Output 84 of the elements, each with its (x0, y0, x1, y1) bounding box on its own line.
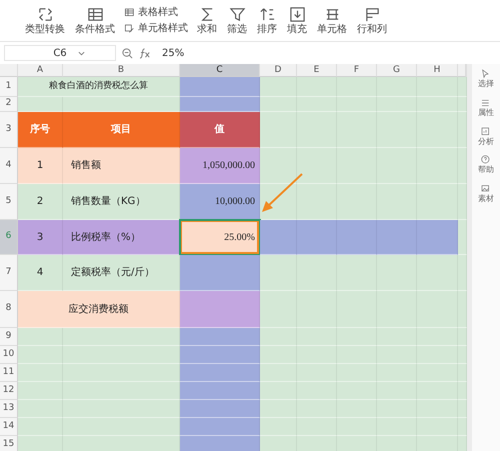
chart-box-icon (480, 126, 492, 138)
row-header[interactable]: 14 (0, 418, 18, 436)
sheet-title: 粮食白酒的消费税怎么算 (18, 77, 180, 97)
row-header[interactable]: 8 (0, 291, 18, 328)
function-icon[interactable] (139, 48, 152, 58)
table-cell (458, 418, 467, 436)
table-cell: 定额税率（元/斤） (63, 255, 180, 291)
table-cell (458, 220, 467, 255)
row-header[interactable]: 13 (0, 400, 18, 418)
formula-field[interactable]: 25% (162, 46, 184, 60)
table-cell (458, 112, 467, 148)
header-cell: 值 (180, 112, 260, 148)
table-cell (458, 291, 467, 328)
column-header[interactable]: E (297, 64, 337, 77)
column-header[interactable]: G (377, 64, 417, 77)
table-cell: 10,000.00 (180, 184, 260, 220)
side-panel-button[interactable]: 分析 (478, 126, 494, 146)
table-cell: 25.00% (180, 220, 260, 255)
table-cell (458, 364, 467, 382)
row-header[interactable]: 3 (0, 112, 18, 148)
toolbar-button[interactable]: 筛选 (224, 0, 250, 41)
column-header[interactable]: D (260, 64, 297, 77)
row-header[interactable]: 11 (0, 364, 18, 382)
row-header[interactable]: 9 (0, 328, 18, 346)
toolbar-button[interactable]: 表格样式 (122, 6, 190, 18)
name-box[interactable]: C6 (4, 45, 116, 61)
grid-icon (86, 6, 104, 23)
side-panel-button[interactable]: 选择 (478, 68, 494, 89)
table-cell (458, 436, 467, 451)
arrows-icon (36, 6, 54, 23)
side-panel-button[interactable]: 素材 (478, 183, 494, 204)
header-strip (458, 64, 466, 77)
side-panel-button[interactable]: 帮助 (478, 154, 494, 176)
table-icon (124, 6, 136, 18)
toolbar-button[interactable]: 类型转换 (22, 0, 68, 41)
help-icon (480, 154, 492, 166)
toolbar-button[interactable]: 填充 (284, 0, 310, 41)
table-cell (458, 97, 467, 112)
toolbar-button[interactable]: 排序 (254, 0, 280, 41)
table-cell (458, 148, 467, 184)
funnel-icon (228, 6, 246, 23)
toolbar-button[interactable]: 单元格样式 (122, 22, 190, 34)
table-cell: 1,050,000.00 (180, 148, 260, 184)
row-header[interactable]: 10 (0, 346, 18, 364)
column-header[interactable]: C (180, 64, 260, 77)
header-cell: 项目 (63, 112, 180, 148)
table-cell (458, 346, 467, 364)
sort-icon (258, 6, 276, 23)
table-cell (458, 328, 467, 346)
dropdown-caret-icon[interactable] (78, 51, 85, 56)
row-header[interactable]: 2 (0, 97, 18, 112)
down-arrow-box-icon (288, 6, 306, 23)
toolbar-button[interactable]: 行和列 (354, 0, 390, 41)
table-cell (458, 255, 467, 291)
table-cell: 1 (18, 148, 63, 184)
toolbar-button[interactable]: 条件格式 (72, 0, 118, 41)
table-cell: 2 (18, 184, 63, 220)
header-cell: 序号 (18, 112, 63, 148)
row-header[interactable]: 1 (0, 77, 18, 97)
row-header[interactable]: 15 (0, 436, 18, 451)
row-header[interactable]: 12 (0, 382, 18, 400)
row-header[interactable]: 5 (0, 184, 18, 220)
table-cell: 销售数量（KG） (63, 184, 180, 220)
side-panel-button[interactable]: 属性 (478, 96, 494, 118)
table-cell: 比例税率（%） (63, 220, 180, 255)
toolbar-button[interactable]: 单元格 (314, 0, 350, 41)
table-cell: 3 (18, 220, 63, 255)
column-header[interactable]: F (337, 64, 377, 77)
row-header[interactable]: 7 (0, 255, 18, 291)
toolbar-button[interactable]: 求和 (194, 0, 220, 41)
zoom-icon[interactable] (122, 48, 133, 58)
row-header[interactable]: 4 (0, 148, 18, 184)
table-cell (458, 184, 467, 220)
table-cell: 4 (18, 255, 63, 291)
column-header[interactable]: A (18, 64, 63, 77)
table-cell: 应交消费税额 (18, 291, 180, 328)
table-cell (458, 400, 467, 418)
table-cell (458, 77, 467, 97)
rows-columns-icon (364, 6, 380, 23)
column-header[interactable]: H (417, 64, 458, 77)
cell-pencil-icon (124, 22, 136, 34)
table-cell (458, 382, 467, 400)
column-header[interactable]: B (63, 64, 180, 77)
table-cell: 销售额 (63, 148, 180, 184)
